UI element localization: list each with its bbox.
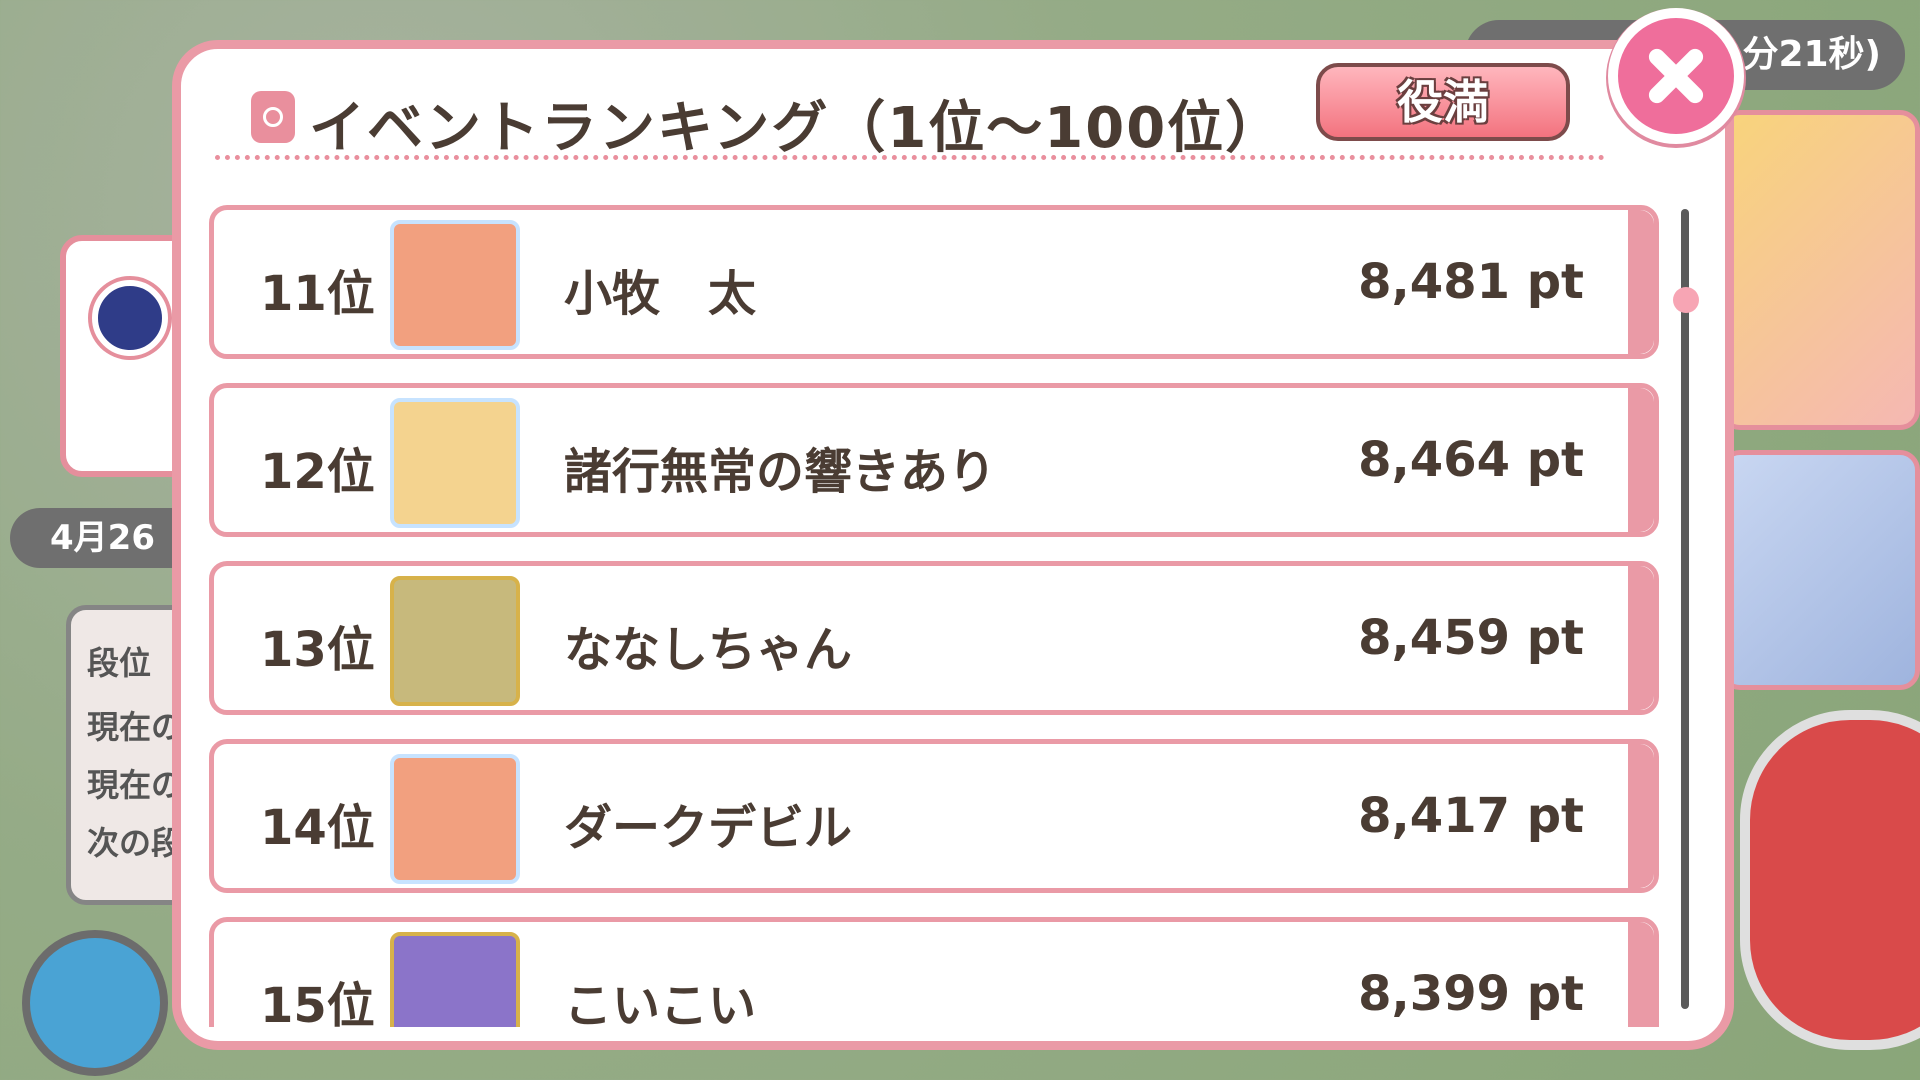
player-name: 小牧 太 xyxy=(564,266,757,322)
ranking-row: 13位 ななしちゃん 8,459 pt xyxy=(209,561,1659,715)
points: 8,459 pt xyxy=(1358,610,1584,666)
title-divider xyxy=(215,155,1605,160)
avatar xyxy=(390,754,520,884)
avatar xyxy=(390,576,520,706)
player-name: ななしちゃん xyxy=(564,622,853,678)
player-name: 諸行無常の響きあり xyxy=(564,444,997,500)
points: 8,464 pt xyxy=(1358,432,1584,488)
background-banner-2 xyxy=(1720,450,1920,690)
avatar xyxy=(390,398,520,528)
ranking-row: 15位 こいこい 8,399 pt xyxy=(209,917,1659,1027)
player-name: ダークデビル xyxy=(564,800,853,856)
ranking-modal: イベントランキング（1位～100位） 役満 11位 小牧 太 8,481 pt … xyxy=(172,40,1734,1050)
ranking-row: 14位 ダークデビル 8,417 pt xyxy=(209,739,1659,893)
ranking-list[interactable]: 11位 小牧 太 8,481 pt 12位 諸行無常の響きあり 8,464 pt… xyxy=(209,167,1659,1027)
points: 8,417 pt xyxy=(1358,788,1584,844)
info-line: 現在の xyxy=(87,708,184,746)
info-line: 段位 xyxy=(87,644,152,682)
points: 8,481 pt xyxy=(1358,254,1584,310)
rank-label: 14位 xyxy=(260,800,375,856)
scrollbar-thumb[interactable] xyxy=(1673,287,1699,313)
info-line: 次の段 xyxy=(87,824,184,862)
info-line: 現在の xyxy=(87,766,184,804)
scrollbar-track[interactable] xyxy=(1681,209,1689,1009)
points: 8,399 pt xyxy=(1358,966,1584,1022)
avatar xyxy=(390,932,520,1027)
player-name: こいこい xyxy=(564,978,757,1027)
rank-label: 13位 xyxy=(260,622,375,678)
ranking-book-icon xyxy=(251,91,295,143)
background-banner-1 xyxy=(1720,110,1920,430)
rank-label: 11位 xyxy=(260,266,375,322)
rank-label: 12位 xyxy=(260,444,375,500)
modal-title: イベントランキング（1位～100位） xyxy=(309,96,1284,161)
back-button[interactable] xyxy=(22,930,168,1076)
avatar xyxy=(390,220,520,350)
yakuman-filter-button[interactable]: 役満 xyxy=(1316,63,1570,141)
ranking-row: 11位 小牧 太 8,481 pt xyxy=(209,205,1659,359)
close-icon[interactable] xyxy=(1608,8,1744,144)
emblem-icon xyxy=(92,280,168,356)
ranking-row: 12位 諸行無常の響きあり 8,464 pt xyxy=(209,383,1659,537)
background-event-join-button xyxy=(1740,710,1920,1050)
rank-label: 15位 xyxy=(260,978,375,1027)
